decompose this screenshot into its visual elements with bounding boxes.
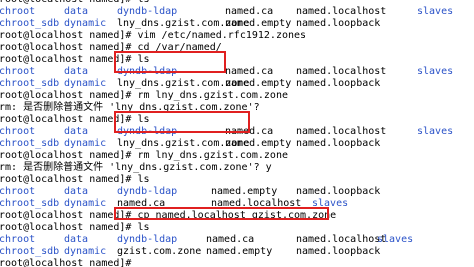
terminal-text: named.localhost: [296, 234, 387, 245]
terminal-text: named.localhost: [296, 6, 387, 17]
terminal-text: root@localhost named]# rm lny_dns.gzist.…: [0, 150, 288, 161]
highlight-box-cp-command: [114, 207, 329, 220]
directory-name: data: [64, 6, 89, 17]
terminal-text: named.loopback: [296, 78, 381, 89]
directory-name: chroot_sdb: [0, 198, 60, 209]
directory-name: dynamic: [64, 246, 107, 257]
terminal-text: named.empty: [206, 246, 273, 257]
terminal-text: named.empty: [211, 186, 278, 197]
terminal-text: root@localhost named]# ls: [0, 174, 150, 185]
directory-name: dyndb-ldap: [117, 6, 178, 17]
directory-name: dyndb-ldap: [117, 234, 178, 245]
highlight-box-rm-command: [114, 111, 250, 133]
terminal-text: gzist.com.zone: [117, 246, 202, 257]
terminal-text: root@localhost named]# vim /etc/named.rf…: [0, 30, 307, 41]
directory-name: chroot_sdb: [0, 138, 60, 149]
directory-name: dynamic: [64, 198, 107, 209]
directory-name: slaves: [417, 126, 454, 137]
directory-name: slaves: [377, 234, 414, 245]
directory-name: dyndb-ldap: [117, 186, 178, 197]
directory-name: chroot: [0, 6, 36, 17]
directory-name: chroot_sdb: [0, 78, 60, 89]
terminal-text: named.loopback: [296, 186, 381, 197]
directory-name: chroot: [0, 234, 36, 245]
terminal-text: root@localhost named]#: [0, 258, 138, 267]
terminal-text: named.empty: [225, 78, 292, 89]
directory-name: data: [64, 186, 89, 197]
directory-name: slaves: [417, 66, 454, 77]
directory-name: data: [64, 66, 89, 77]
terminal-text: named.ca: [225, 66, 274, 77]
directory-name: dynamic: [64, 138, 107, 149]
terminal-text: named.loopback: [296, 18, 381, 29]
terminal-text: named.ca: [225, 6, 274, 17]
directory-name: chroot: [0, 186, 36, 197]
directory-name: chroot: [0, 126, 36, 137]
directory-name: dynamic: [64, 78, 107, 89]
directory-name: data: [64, 126, 89, 137]
highlight-box-cd-command: [114, 51, 226, 73]
directory-name: chroot_sdb: [0, 246, 60, 257]
terminal-text: rm: 是否删除普通文件 'lny_dns.gzist.com.zone'? y: [0, 162, 272, 173]
terminal-text: named.localhost: [296, 126, 387, 137]
directory-name: chroot_sdb: [0, 18, 60, 29]
directory-name: dynamic: [64, 18, 107, 29]
terminal-text: root@localhost named]# ls: [0, 222, 150, 233]
terminal-text: named.loopback: [296, 138, 381, 149]
terminal-text: named.localhost: [296, 66, 387, 77]
terminal-window[interactable]: root@localhost named]# lschrootdatadyndb…: [0, 0, 474, 267]
terminal-text: named.loopback: [296, 246, 381, 257]
directory-name: chroot: [0, 66, 36, 77]
terminal-text: named.empty: [225, 138, 292, 149]
terminal-text: named.ca: [206, 234, 255, 245]
terminal-text: named.empty: [225, 18, 292, 29]
directory-name: slaves: [417, 6, 454, 17]
directory-name: data: [64, 234, 89, 245]
terminal-text: root@localhost named]# rm lny_dns.gzist.…: [0, 90, 288, 101]
